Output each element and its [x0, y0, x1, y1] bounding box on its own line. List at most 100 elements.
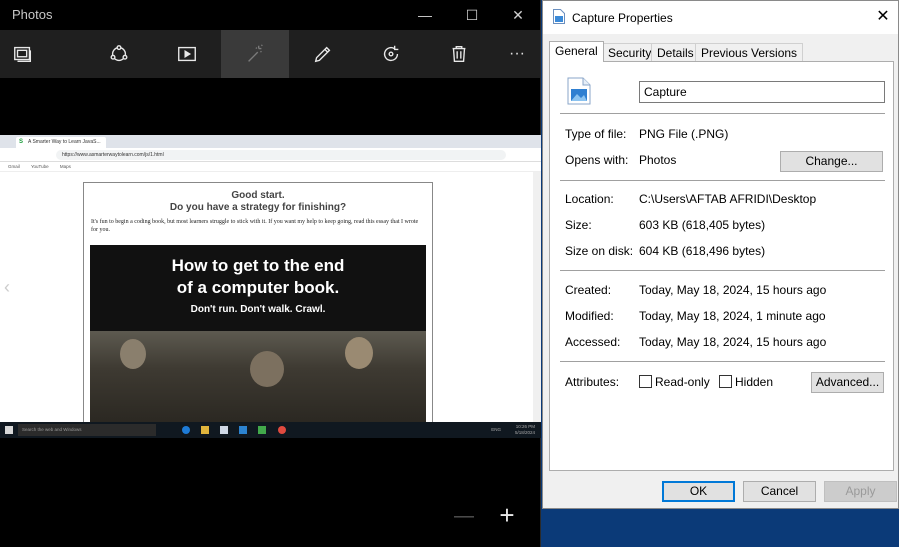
- browser-bookmarks: Gmail YouTube Maps: [0, 162, 541, 172]
- accessed-label: Accessed:: [565, 335, 621, 349]
- share-icon: [110, 45, 128, 62]
- modified-label: Modified:: [565, 309, 614, 323]
- tray-lang: ENG: [491, 427, 501, 432]
- browser-addressbar: https://www.asmarterwaytolearn.com/js/1.…: [0, 148, 541, 162]
- png-file-icon: [567, 77, 591, 105]
- bookmark-item: Maps: [59, 164, 71, 169]
- banner-line-2: of a computer book.: [176, 278, 340, 297]
- hidden-label: Hidden: [735, 375, 774, 389]
- readonly-checkbox[interactable]: [639, 375, 652, 388]
- edge-icon: [182, 426, 190, 434]
- advanced-button[interactable]: Advanced...: [811, 372, 884, 393]
- tray-time: 10:26 PM: [515, 424, 535, 429]
- banner-image: How to get to the end of a computer book…: [90, 245, 426, 425]
- modified-value: Today, May 18, 2024, 1 minute ago: [639, 309, 826, 323]
- enhance-icon: [248, 44, 263, 62]
- zoom-out-button[interactable]: —: [452, 505, 476, 529]
- change-button[interactable]: Change...: [780, 151, 883, 172]
- apply-button[interactable]: Apply: [824, 481, 897, 502]
- general-panel: Type of file: PNG File (.PNG) Opens with…: [549, 61, 894, 471]
- browser-url: https://www.asmarterwaytolearn.com/js/1.…: [56, 150, 506, 160]
- person-figure: [345, 337, 373, 369]
- app-title: Photos: [12, 7, 53, 22]
- delete-icon: [452, 45, 466, 63]
- photos-toolbar: ···: [0, 30, 540, 78]
- taskbar-tray: ENG 10:26 PM 5/18/2024: [491, 424, 535, 436]
- minimize-button[interactable]: —: [402, 0, 448, 30]
- previous-photo-button[interactable]: ‹: [4, 277, 20, 297]
- size-label: Size:: [565, 218, 592, 232]
- photos-titlebar: Photos — ☐ ✕: [0, 0, 540, 30]
- folder-icon: [201, 426, 209, 434]
- bookmark-item: Gmail: [8, 164, 20, 169]
- dialog-title: Capture Properties: [572, 11, 673, 25]
- slideshow-button[interactable]: [0, 30, 57, 78]
- properties-dialog: Capture Properties ✕ General Security De…: [542, 0, 899, 509]
- person-figure: [120, 339, 146, 369]
- browser-tab-title: A Smarter Way to Learn JavaS...: [28, 139, 101, 145]
- tab-previous-versions[interactable]: Previous Versions: [695, 43, 804, 61]
- page-heading-2: Do you have a strategy for finishing?: [169, 202, 347, 213]
- enhance-button[interactable]: [221, 30, 289, 78]
- type-label: Type of file:: [565, 127, 627, 141]
- dialog-close-button[interactable]: ✕: [872, 6, 894, 28]
- divider: [560, 270, 885, 271]
- webpage-document: Good start. Do you have a strategy for f…: [83, 182, 433, 427]
- ok-button[interactable]: OK: [662, 481, 735, 502]
- vscode-icon: [239, 426, 247, 434]
- banner-photo: [90, 331, 426, 425]
- size-on-disk-label: Size on disk:: [565, 244, 634, 258]
- zoom-in-button[interactable]: +: [495, 500, 519, 530]
- tab-details[interactable]: Details: [651, 43, 700, 61]
- divider: [560, 113, 885, 114]
- created-label: Created:: [565, 283, 612, 297]
- edit-icon: [314, 46, 331, 63]
- banner-line-1: How to get to the end: [171, 256, 345, 275]
- close-button[interactable]: ✕: [495, 0, 541, 30]
- divider: [560, 361, 885, 362]
- slideshow-icon: [14, 46, 32, 63]
- type-value: PNG File (.PNG): [639, 127, 729, 141]
- rotate-button[interactable]: [357, 30, 425, 78]
- share-button[interactable]: [85, 30, 153, 78]
- file-name-field[interactable]: [639, 81, 885, 103]
- site-favicon-icon: S: [19, 139, 24, 145]
- windows-start-icon: [5, 426, 13, 434]
- cancel-button[interactable]: Cancel: [743, 481, 816, 502]
- browser-scrollbar: [533, 172, 541, 422]
- bookmark-item: YouTube: [30, 164, 49, 169]
- tab-general[interactable]: General: [549, 41, 604, 62]
- more-button[interactable]: ···: [483, 30, 551, 78]
- page-paragraph: It's fun to begin a coding book, but mos…: [91, 219, 419, 233]
- location-label: Location:: [565, 192, 614, 206]
- video-icon: [178, 46, 196, 62]
- size-on-disk-value: 604 KB (618,496 bytes): [639, 244, 766, 258]
- accessed-value: Today, May 18, 2024, 15 hours ago: [639, 335, 827, 349]
- rotate-icon: [383, 45, 399, 62]
- taskbar-search: Search the web and Windows: [18, 424, 156, 436]
- tab-security[interactable]: Security: [602, 43, 658, 61]
- location-value: C:\Users\AFTAB AFRIDI\Desktop: [639, 192, 817, 206]
- size-value: 603 KB (618,405 bytes): [639, 218, 766, 232]
- dialog-titlebar: Capture Properties ✕: [543, 1, 898, 34]
- browser-tab: S A Smarter Way to Learn JavaS...: [16, 137, 106, 148]
- tray-date: 5/18/2024: [514, 430, 535, 435]
- edit-button[interactable]: [289, 30, 357, 78]
- opens-with-value: Photos: [639, 153, 677, 167]
- store-icon: [220, 426, 228, 434]
- photo-image: S A Smarter Way to Learn JavaS... https:…: [0, 135, 541, 438]
- maximize-button[interactable]: ☐: [449, 0, 495, 30]
- banner-line-3: Don't run. Don't walk. Crawl.: [190, 304, 326, 315]
- app-icon: [258, 426, 266, 434]
- video-button[interactable]: [153, 30, 221, 78]
- readonly-label: Read-only: [655, 375, 710, 389]
- screenshot-taskbar: Search the web and Windows ENG 10:26 PM …: [0, 422, 541, 438]
- file-icon: [553, 9, 565, 24]
- opens-with-label: Opens with:: [565, 153, 629, 167]
- hidden-checkbox[interactable]: [719, 375, 732, 388]
- person-figure: [250, 351, 284, 387]
- divider: [560, 180, 885, 181]
- browser-tabbar: S A Smarter Way to Learn JavaS...: [0, 135, 541, 148]
- chrome-icon: [278, 426, 286, 434]
- photos-window: Photos — ☐ ✕ ··· S A Smarter Way to Lear…: [0, 0, 541, 547]
